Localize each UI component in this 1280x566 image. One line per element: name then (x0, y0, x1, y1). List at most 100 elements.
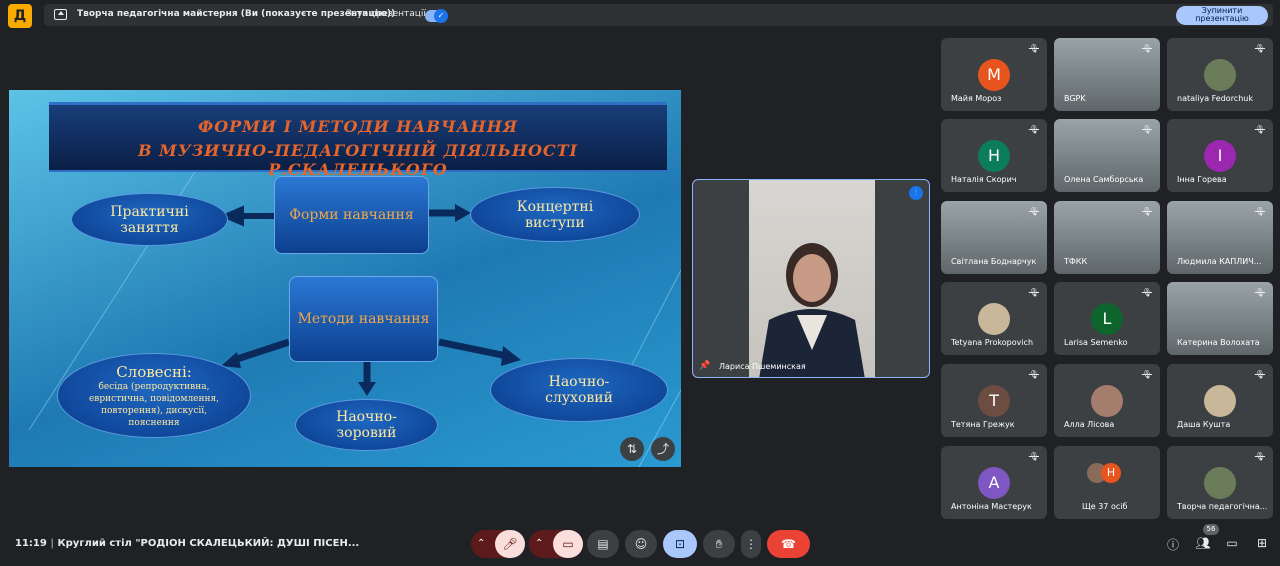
slide-title-line-2: В МУЗИЧНО-ПЕДАГОГІЧНІЙ ДІЯЛЬНОСТІ Р.СКАЛ… (137, 141, 579, 179)
participant-avatar: А (978, 467, 1010, 499)
speaker-figure (759, 243, 865, 377)
check-icon: ✓ (434, 9, 448, 23)
speaking-indicator-icon: ⫶ (909, 186, 923, 200)
participant-tile[interactable]: 🎙︎ BGPK (1054, 38, 1160, 111)
participant-tile[interactable]: 🎙︎ Катерина Волохата (1167, 282, 1273, 355)
participant-name: Larisa Semenko (1064, 338, 1128, 347)
share-icon[interactable]: ⤴ (651, 437, 675, 461)
participant-name: Інна Горева (1177, 175, 1227, 184)
activities-icon[interactable]: ⊞ (1254, 536, 1270, 552)
people-icon[interactable]: 👥︎ (1195, 536, 1211, 552)
participant-avatar: І (1204, 140, 1236, 172)
meet-logo-icon: Д (8, 4, 32, 28)
participant-tile[interactable]: 🎙︎ ТФКК (1054, 201, 1160, 274)
participant-photo (1204, 385, 1236, 417)
participant-name: Ще 37 осіб (1082, 502, 1128, 511)
present-icon: ⊡ (674, 537, 686, 551)
chat-icon[interactable]: ▭ (1224, 536, 1240, 552)
phone-hangup-icon: ☎ (781, 537, 796, 551)
mic-off-icon: 🎙︎ (1028, 207, 1039, 216)
participant-avatar: Н (1101, 463, 1121, 483)
participant-tile[interactable]: І 🎙︎ Інна Горева (1167, 119, 1273, 192)
participant-name: Даша Кушта (1177, 420, 1231, 429)
participant-tile[interactable]: М 🎙︎ Майя Мороз (941, 38, 1047, 111)
participant-name: BGPK (1064, 94, 1086, 103)
captions-icon: ▤ (597, 537, 609, 551)
mic-off-icon: 🎙︎ (1141, 288, 1152, 297)
verbal-title: Словесні: (116, 362, 192, 381)
participant-name: Олена Самборська (1064, 175, 1144, 184)
more-options-button[interactable]: ⋮ (741, 530, 761, 558)
participant-tile[interactable]: Н 🎙︎ Наталія Скорич (941, 119, 1047, 192)
speaker-tile[interactable]: ⫶ 📌 Лариса Пшеминская (692, 179, 930, 378)
camera-off-button[interactable]: ▭ (553, 530, 583, 558)
participant-name: Майя Мороз (951, 94, 1002, 103)
participant-tile[interactable]: 🎙︎ Даша Кушта (1167, 364, 1273, 437)
participant-name: Антоніна Мастерук (951, 502, 1032, 511)
present-screen-icon (54, 9, 67, 20)
mic-off-button[interactable]: 🎤︎ (495, 530, 525, 558)
participant-tile[interactable]: 🎙︎ nataliya Fedorchuk (1167, 38, 1273, 111)
stop-presenting-button[interactable]: Зупинити презентацію (1176, 6, 1268, 25)
swap-icon[interactable]: ⇅ (620, 437, 644, 461)
mic-off-icon: 🎙︎ (1141, 207, 1152, 216)
info-icon[interactable]: ⓘ (1165, 536, 1181, 552)
practical-oval: Практичні заняття (71, 193, 228, 246)
mic-off-icon: 🎙︎ (1141, 125, 1152, 134)
forms-box: Форми навчання (274, 176, 429, 254)
present-button[interactable]: ⊡ (663, 530, 697, 558)
hand-icon: ✋︎ (715, 537, 723, 551)
emoji-button[interactable]: ☺ (625, 530, 657, 558)
clock-time: 11:19 (15, 538, 47, 549)
slide-title-banner: ФОРМИ І МЕТОДИ НАВЧАННЯ В МУЗИЧНО-ПЕДАГО… (49, 102, 667, 179)
leave-call-button[interactable]: ☎ (767, 530, 810, 558)
practical-text: Практичні заняття (110, 203, 189, 236)
sound-toggle[interactable]: ✓ (425, 9, 448, 23)
methods-box: Методи навчання (289, 276, 438, 362)
speaker-name: Лариса Пшеминская (719, 362, 806, 371)
pin-icon[interactable]: 📌 (699, 361, 710, 371)
auditory-oval: Наочно-слуховий (490, 358, 668, 422)
participant-photo (1204, 59, 1236, 91)
mic-off-icon: 🎙︎ (1028, 288, 1039, 297)
raise-hand-button[interactable]: ✋︎ (703, 530, 735, 558)
participant-tile[interactable]: 🎙︎ Творча педагогічна... (1167, 446, 1273, 519)
participant-photo (1204, 467, 1236, 499)
participant-tile[interactable]: Т 🎙︎ Тетяна Грежук (941, 364, 1047, 437)
meeting-title: Круглий стіл "РОДІОН СКАЛЕЦЬКИЙ: ДУШІ ПІ… (57, 538, 360, 549)
mic-off-icon: 🎙︎ (1028, 44, 1039, 53)
mic-off-icon: 🎙︎ (1028, 452, 1039, 461)
speaker-video (749, 180, 875, 377)
participant-tile[interactable]: Н Ще 37 осіб (1054, 446, 1160, 519)
mic-off-icon: 🎙︎ (1254, 207, 1265, 216)
participant-tile[interactable]: 🎙︎ Tetyana Prokopovich (941, 282, 1047, 355)
participant-avatar: Т (978, 385, 1010, 417)
participant-tile[interactable]: 🎙︎ Алла Лісова (1054, 364, 1160, 437)
mic-off-icon: 🎙︎ (1141, 370, 1152, 379)
mic-off-icon: 🎤︎ (502, 537, 518, 551)
participant-name: Творча педагогічна... (1177, 502, 1268, 511)
mic-off-icon: 🎙︎ (1254, 288, 1265, 297)
participant-tile[interactable]: 🎙︎ Людмила КАПЛИЧ... (1167, 201, 1273, 274)
participant-tile[interactable]: 🎙︎ Олена Самборська (1054, 119, 1160, 192)
participant-name: ТФКК (1064, 257, 1088, 266)
participant-tile[interactable]: L 🎙︎ Larisa Semenko (1054, 282, 1160, 355)
participant-avatar: L (1091, 303, 1123, 335)
participant-avatar: М (978, 59, 1010, 91)
mic-off-icon: 🎙︎ (1254, 370, 1265, 379)
mic-off-icon: 🎙︎ (1141, 44, 1152, 53)
mic-off-icon: 🎙︎ (1254, 125, 1265, 134)
captions-button[interactable]: ▤ (587, 530, 619, 558)
participant-name: Катерина Волохата (1177, 338, 1260, 347)
meeting-info: 11:19 | Круглий стіл "РОДІОН СКАЛЕЦЬКИЙ:… (15, 538, 360, 549)
mic-off-icon: 🎙︎ (1028, 370, 1039, 379)
mic-off-icon: 🎙︎ (1254, 44, 1265, 53)
sound-label: Звук презентації (346, 9, 426, 19)
chevron-up-icon: ⌃ (477, 538, 486, 549)
participant-tile[interactable]: А 🎙︎ Антоніна Мастерук (941, 446, 1047, 519)
participant-tile[interactable]: 🎙︎ Світлана Боднарчук (941, 201, 1047, 274)
mic-off-icon: 🎙︎ (1028, 125, 1039, 134)
participant-name: Людмила КАПЛИЧ... (1177, 257, 1262, 266)
participant-photo (1091, 385, 1123, 417)
slide-title-line-1: ФОРМИ І МЕТОДИ НАВЧАННЯ (198, 117, 518, 136)
